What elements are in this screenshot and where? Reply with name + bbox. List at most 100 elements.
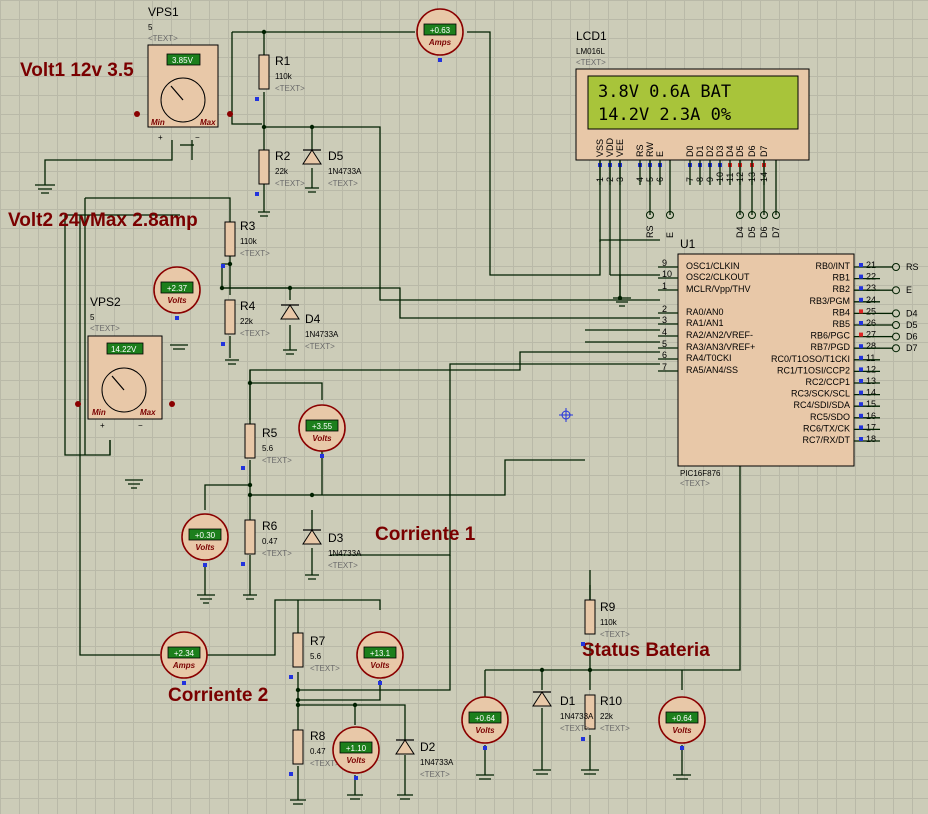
pic-pin-marker <box>859 413 863 418</box>
pic-pin-marker <box>859 263 863 267</box>
vps1[interactable]: VPS1 5 <TEXT> 3.85V Min Max + − <box>134 5 233 142</box>
voltmeter-7[interactable]: +1.10 Volts <box>332 726 380 780</box>
diode-text: <TEXT> <box>328 561 358 570</box>
pic-port-terminal[interactable] <box>892 344 900 353</box>
diode-triangle <box>280 304 300 320</box>
node-marker <box>241 562 245 566</box>
lcd-pin-name-vdd: VDD <box>605 137 615 157</box>
resistor-text: <TEXT> <box>240 329 270 338</box>
meter-unit: Amps <box>172 661 196 670</box>
node-marker <box>483 746 487 750</box>
resistor-value: 22k <box>275 167 289 176</box>
meter-reading: +13.1 <box>370 649 391 658</box>
pic-pin-number: 16 <box>866 411 876 421</box>
meter-unit: Volts <box>346 756 366 765</box>
annotation-volt2: Volt2 24vMax 2.8amp <box>8 210 198 231</box>
pic-port-terminal[interactable] <box>892 321 900 329</box>
node-marker <box>241 466 245 470</box>
pic-pin-number: 11 <box>866 353 875 363</box>
lcd-port-label: D7 <box>771 226 781 238</box>
resistor-body <box>224 299 236 335</box>
pic-pin-label: RA4/T0CKI <box>686 353 732 363</box>
resistor-text: <TEXT> <box>275 179 305 188</box>
voltmeter-3[interactable]: +3.55 Volts <box>298 404 346 458</box>
resistor-text: <TEXT> <box>600 724 630 733</box>
lcd-pin-name-e: E <box>655 151 665 157</box>
pic-pin-label: RB6/PGC <box>810 331 850 341</box>
resistor-r2[interactable]: R2 22k <TEXT> <box>255 149 305 196</box>
meter-reading: +0.64 <box>672 714 693 723</box>
vps2[interactable]: VPS2 5 <TEXT> 14.22V Min Max + − <box>75 295 175 430</box>
node-marker <box>680 746 684 750</box>
pic-u1[interactable]: U1 OSC1/CLKIN9OSC2/CLKOUT10MCLR/Vpp/THV1… <box>658 237 919 488</box>
resistor-body <box>292 729 304 765</box>
node-marker <box>320 454 324 458</box>
svg-text:Max: Max <box>200 118 216 127</box>
pic-pin-label: RC2/CCP1 <box>805 377 850 387</box>
pic-port-terminal[interactable] <box>892 263 900 271</box>
pic-pin-number: 28 <box>866 341 876 351</box>
svg-text:<TEXT>: <TEXT> <box>576 58 606 67</box>
lcd-port-label: RS <box>645 225 655 238</box>
annotation-status-bateria: Status Bateria <box>582 640 710 661</box>
meter-unit: Volts <box>312 434 332 443</box>
svg-text:VPS1: VPS1 <box>148 5 179 19</box>
svg-text:U1: U1 <box>680 237 696 251</box>
pic-pin-label: RB1 <box>832 273 850 283</box>
pic-pin-number: 22 <box>866 272 876 282</box>
annotation-corriente2: Corriente 2 <box>168 685 268 706</box>
lcd-pin-name-vee: VEE <box>615 139 625 157</box>
pic-pin-marker <box>859 309 863 314</box>
lcd1[interactable]: LCD1 LM016L <TEXT> 3.8V 0.6A BAT 14.2V 2… <box>575 29 810 238</box>
pic-port-terminal[interactable] <box>892 286 900 295</box>
resistor-body <box>258 149 270 185</box>
ammeter-1[interactable]: +0.63 Amps <box>416 8 464 62</box>
pic-pin-marker <box>859 332 863 337</box>
voltmeter-2[interactable]: +2.37 Volts <box>153 266 201 320</box>
pic-pin-marker <box>859 344 863 349</box>
ammeter-5[interactable]: +2.34 Amps <box>160 631 208 685</box>
resistor-r1[interactable]: R1 110k <TEXT> <box>255 54 305 101</box>
pic-pin-marker <box>859 402 863 407</box>
svg-text:LCD1: LCD1 <box>576 29 607 43</box>
pic-port-terminal[interactable] <box>892 332 900 341</box>
pic-pin-marker <box>859 286 863 291</box>
resistor-r7[interactable]: R7 5.6 <TEXT> <box>289 632 340 679</box>
resistor-r4[interactable]: R4 22k <TEXT> <box>221 299 270 346</box>
schematic-svg[interactable]: Volt1 12v 3.5 Volt2 24vMax 2.8amp Corrie… <box>0 0 928 814</box>
voltmeter-8[interactable]: +0.64 Volts <box>461 696 509 750</box>
svg-text:VPS2: VPS2 <box>90 295 121 309</box>
diode-id: D2 <box>420 740 436 754</box>
voltmeter-4[interactable]: +0.30 Volts <box>181 513 229 567</box>
diode-triangle <box>302 149 322 165</box>
resistor-r5[interactable]: R5 5.6 <TEXT> <box>241 423 292 470</box>
svg-text:Max: Max <box>140 408 156 417</box>
resistor-r3[interactable]: R3 110k <TEXT> <box>221 219 270 268</box>
lcd-port-label: D5 <box>747 226 757 238</box>
pic-pin-number: 24 <box>866 295 876 305</box>
svg-text:+: + <box>100 421 105 430</box>
diode-text: <TEXT> <box>420 770 450 779</box>
pic-pin-label: RC3/SCK/SCL <box>791 389 850 399</box>
resistor-text: <TEXT> <box>262 456 292 465</box>
pic-pin-number: 25 <box>866 306 876 316</box>
resistor-body <box>224 221 236 257</box>
schematic-canvas[interactable]: Volt1 12v 3.5 Volt2 24vMax 2.8amp Corrie… <box>0 0 928 814</box>
pic-port-terminal[interactable] <box>892 309 900 318</box>
pic-pin-number: 23 <box>866 283 876 293</box>
pic-port-label: E <box>906 285 912 295</box>
resistor-r6[interactable]: R6 0.47 <TEXT> <box>241 519 292 566</box>
node-marker <box>289 675 293 679</box>
pic-port-label: D7 <box>906 343 918 353</box>
diode-id: D4 <box>305 312 321 326</box>
resistor-id: R5 <box>262 426 278 440</box>
voltmeter-9[interactable]: +0.64 Volts <box>658 696 706 750</box>
pic-port-label: RS <box>906 262 919 272</box>
resistor-text: <TEXT> <box>275 84 305 93</box>
svg-text:+: + <box>158 133 163 142</box>
voltmeter-6[interactable]: +13.1 Volts <box>356 631 404 685</box>
resistor-value: 5.6 <box>262 444 274 453</box>
resistor-body <box>292 632 304 668</box>
lcd-port-label: E <box>665 232 675 238</box>
pic-terminals[interactable]: RS E D4 D5 D6D7 <box>880 262 919 353</box>
